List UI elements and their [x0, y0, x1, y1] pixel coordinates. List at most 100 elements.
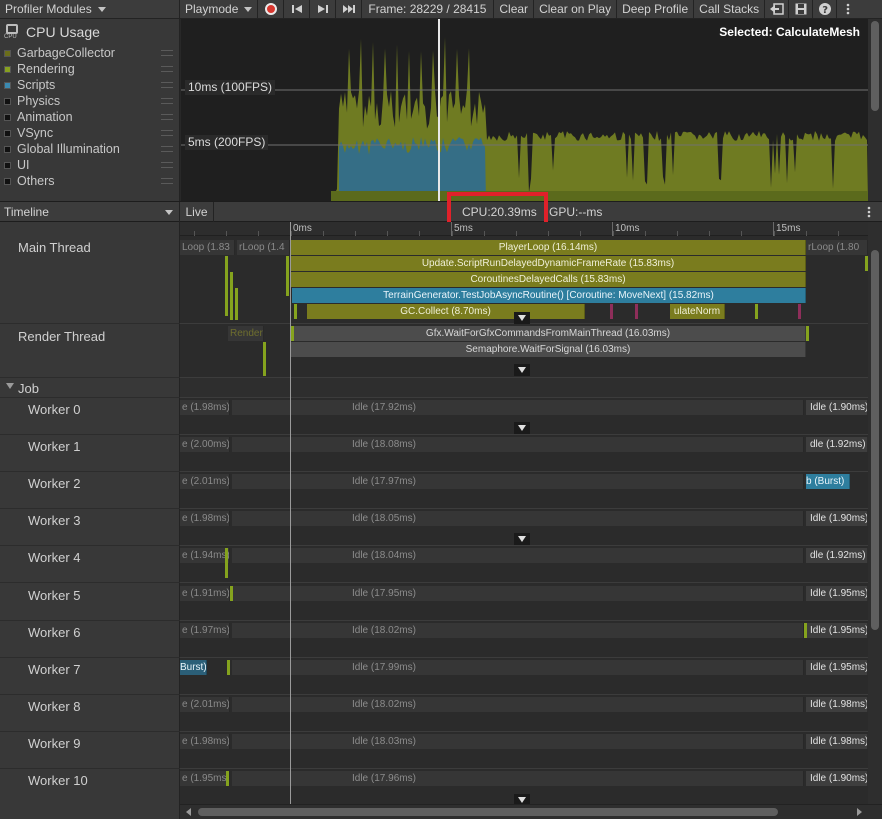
worker-idle-bar[interactable]: Idle (17.97ms) [232, 474, 804, 489]
main-thread-marker[interactable] [798, 304, 801, 319]
legend-item[interactable]: Others [0, 173, 179, 189]
drag-handle-icon[interactable] [161, 98, 173, 104]
render-thread-marker[interactable] [806, 326, 809, 341]
worker-job-marker[interactable] [226, 771, 229, 786]
drag-handle-icon[interactable] [161, 114, 173, 120]
terrain-generator-coroutine-bar[interactable]: TerrainGenerator.TestJobAsyncRoutine() [… [292, 288, 806, 303]
main-thread-marker[interactable] [230, 272, 233, 320]
legend-item[interactable]: UI [0, 157, 179, 173]
drag-handle-icon[interactable] [161, 50, 173, 56]
profiler-modules-dropdown[interactable]: Profiler Modules [0, 0, 180, 18]
worker-expand-button[interactable] [514, 422, 530, 434]
legend-swatch[interactable] [4, 97, 11, 105]
prev-playerloop-bar-2[interactable]: rLoop (1.4 [237, 240, 290, 255]
drag-handle-icon[interactable] [161, 66, 173, 72]
thread-label-worker[interactable]: Worker 5 [0, 584, 180, 621]
main-thread-marker[interactable] [635, 304, 638, 319]
worker-idle-bar[interactable]: Idle (17.95ms) [232, 586, 804, 601]
clear-button[interactable]: Clear [494, 0, 535, 18]
legend-swatch[interactable] [4, 65, 11, 73]
worker-idle-bar[interactable]: Idle (18.02ms) [232, 697, 804, 712]
timeline-view[interactable]: 0ms 5ms 10ms 15ms Loop (1.83 rLoop (1.4 … [180, 222, 868, 804]
timeline-horizontal-scrollbar[interactable] [180, 804, 882, 819]
main-thread-marker[interactable] [235, 288, 238, 320]
worker-next-frame-bar[interactable]: Idle (1.90ms) [806, 771, 868, 786]
drag-handle-icon[interactable] [161, 178, 173, 184]
worker-prev-frame-bar[interactable]: e (2.01ms) [180, 474, 230, 489]
worker-next-frame-bar[interactable]: Idle (1.98ms) [806, 734, 868, 749]
legend-swatch[interactable] [4, 129, 11, 137]
main-thread-expand-button[interactable] [514, 312, 530, 324]
worker-next-frame-bar[interactable]: Idle (1.95ms) [806, 660, 868, 675]
main-thread-marker[interactable] [225, 256, 228, 316]
worker-next-frame-bar[interactable]: dle (1.92ms) [806, 437, 868, 452]
worker-job-marker[interactable] [227, 660, 230, 675]
worker-next-frame-bar[interactable]: Idle (1.98ms) [806, 697, 868, 712]
save-button[interactable] [789, 0, 814, 18]
drag-handle-icon[interactable] [161, 130, 173, 136]
legend-swatch[interactable] [4, 113, 11, 121]
thread-label-main[interactable]: Main Thread [0, 222, 180, 324]
prev-playerloop-bar[interactable]: Loop (1.83 [180, 240, 235, 255]
thread-label-worker[interactable]: Worker 7 [0, 658, 180, 695]
worker-prev-frame-bar[interactable]: e (1.98ms) [180, 734, 230, 749]
legend-item[interactable]: Rendering [0, 61, 179, 77]
gc-collect-bar[interactable]: GC.Collect (8.70ms) [307, 304, 585, 319]
view-mode-dropdown[interactable]: Timeline [0, 202, 180, 222]
vertical-scrollbar-thumb[interactable] [871, 250, 879, 630]
main-thread-marker[interactable] [610, 304, 613, 319]
worker-next-frame-bar[interactable]: b (Burst) [806, 474, 850, 489]
thread-label-worker[interactable]: Worker 9 [0, 732, 180, 769]
worker-prev-frame-bar[interactable]: e (1.94ms) [180, 548, 230, 563]
main-thread-marker[interactable] [755, 304, 758, 319]
thread-label-worker[interactable]: Worker 0 [0, 398, 180, 435]
deep-profile-toggle[interactable]: Deep Profile [617, 0, 695, 18]
help-button[interactable]: ? [813, 0, 838, 18]
chart-scrollbar[interactable] [868, 19, 882, 201]
thread-label-worker[interactable]: Worker 8 [0, 695, 180, 732]
worker-idle-bar[interactable]: Idle (17.96ms) [232, 771, 804, 786]
legend-swatch[interactable] [4, 145, 11, 153]
semaphore-wait-bar[interactable]: Semaphore.WaitForSignal (16.03ms) [291, 342, 806, 357]
worker-prev-frame-bar[interactable]: Burst) [180, 660, 207, 675]
record-button[interactable] [258, 0, 285, 18]
update-script-run-bar[interactable]: Update.ScriptRunDelayedDynamicFrameRate … [291, 256, 806, 271]
worker-prev-frame-bar[interactable]: e (2.01ms) [180, 697, 230, 712]
scroll-right-icon[interactable] [857, 808, 862, 816]
main-thread-marker[interactable] [286, 256, 289, 296]
worker-prev-frame-bar[interactable]: e (2.00ms) [180, 437, 230, 452]
worker-prev-frame-bar[interactable]: e (1.97ms) [180, 623, 230, 638]
thread-label-worker[interactable]: Worker 3 [0, 509, 180, 546]
worker-next-frame-bar[interactable]: Idle (1.90ms) [806, 400, 868, 415]
clear-on-play-toggle[interactable]: Clear on Play [534, 0, 618, 18]
horizontal-scrollbar-thumb[interactable] [198, 808, 778, 816]
render-thread-expand-button[interactable] [514, 364, 530, 376]
worker-prev-frame-bar[interactable]: e (1.98ms) [180, 400, 230, 415]
drag-handle-icon[interactable] [161, 162, 173, 168]
scroll-left-icon[interactable] [186, 808, 191, 816]
worker-idle-bar[interactable]: Idle (18.03ms) [232, 734, 804, 749]
thread-label-worker[interactable]: Worker 2 [0, 472, 180, 509]
worker-idle-bar[interactable]: Idle (17.92ms) [232, 400, 804, 415]
worker-next-frame-bar[interactable]: Idle (1.90ms) [806, 511, 868, 526]
worker-expand-button[interactable] [514, 794, 530, 804]
toolbar-more-button[interactable] [837, 0, 860, 18]
calculate-normals-bar[interactable]: ulateNorm [670, 304, 725, 319]
next-frame-button[interactable] [310, 0, 337, 18]
drag-handle-icon[interactable] [161, 146, 173, 152]
coroutines-delayed-calls-bar[interactable]: CoroutinesDelayedCalls (15.83ms) [291, 272, 806, 287]
cpu-usage-chart[interactable]: 10ms (100FPS) 5ms (200FPS) Selected: Cal… [181, 19, 868, 201]
legend-swatch[interactable] [4, 177, 11, 185]
worker-next-frame-bar[interactable]: Idle (1.95ms) [806, 586, 868, 601]
worker-expand-button[interactable] [514, 533, 530, 545]
worker-idle-bar[interactable]: Idle (17.99ms) [232, 660, 804, 675]
worker-idle-bar[interactable]: Idle (18.08ms) [232, 437, 804, 452]
legend-item[interactable]: Physics [0, 93, 179, 109]
legend-item[interactable]: Scripts [0, 77, 179, 93]
legend-item[interactable]: GarbageCollector [0, 45, 179, 61]
worker-job-marker[interactable] [230, 586, 233, 601]
drag-handle-icon[interactable] [161, 82, 173, 88]
legend-swatch[interactable] [4, 161, 11, 169]
render-thread-prev-bar[interactable]: Render [228, 326, 264, 341]
playmode-dropdown[interactable]: Playmode [180, 0, 259, 18]
